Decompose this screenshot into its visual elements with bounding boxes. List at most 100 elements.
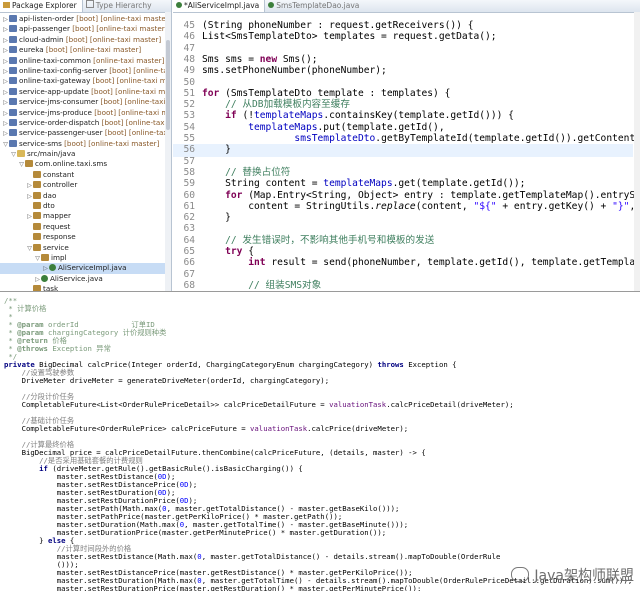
code-text: } [202, 212, 231, 224]
tab-type-hierarchy[interactable]: Type Hierarchy [83, 0, 157, 12]
tree-item[interactable]: ▷ online-taxi-gateway [boot] [online-taxi… [0, 76, 171, 86]
tree-item-annotation: [boot] [online-taxi master] [91, 86, 171, 96]
tree-item[interactable]: ▽ impl [0, 253, 171, 263]
code-text: // 替换占位符 [225, 166, 291, 178]
tree-item[interactable]: ▽ com.online.taxi.sms [0, 159, 171, 169]
listing-line: DriveMeter driveMeter = generateDriveMet… [4, 376, 330, 385]
proj-icon [9, 129, 17, 137]
listing-line: CompletableFuture<List<OrderRulePriceDet… [4, 400, 514, 409]
tree-item-label: constant [43, 169, 75, 179]
line-number: 68 [183, 279, 195, 291]
tree-item[interactable]: ▷ service-jms-produce [boot] [online-taxi… [0, 108, 171, 118]
tree-item[interactable]: ▷ service-jms-consumer [boot] [online-tax… [0, 97, 171, 107]
code-text: List<SmsTemplateDto> templates = request… [202, 31, 497, 43]
explorer-tabbar: Package Explorer Type Hierarchy [0, 0, 171, 13]
tree-item-annotation: [boot] [online-taxi master] [100, 97, 171, 107]
tree-item[interactable]: task [0, 284, 171, 292]
tree-item-label: AliService.java [50, 273, 103, 283]
tree-item[interactable]: ▷ service-order-dispatch [boot] [online-t… [0, 118, 171, 128]
tree-item-label: response [43, 232, 76, 242]
pkg-icon [33, 191, 41, 199]
tree-item-label: service-jms-produce [19, 107, 92, 117]
tree-item[interactable]: ▷ mapper [0, 211, 171, 221]
tree-item[interactable]: constant [0, 170, 171, 180]
tree-item[interactable]: response [0, 232, 171, 242]
editor-scrollbar[interactable] [634, 12, 640, 291]
tree-item[interactable]: ▷ online-taxi-config-server [boot] [onlin… [0, 66, 171, 76]
code-text: try { [225, 246, 254, 257]
tree-item-annotation: [boot] [online-taxi master] [63, 34, 162, 44]
tree-item[interactable]: ▷ service-passenger-user [boot] [online-t… [0, 128, 171, 138]
explorer-scroll-thumb[interactable] [166, 40, 170, 130]
tree-item-label: eureka [19, 45, 44, 55]
tree-item[interactable]: ▽ service [0, 243, 171, 253]
tree-item-label: service-jms-consumer [19, 97, 99, 107]
code-editor: *AliServiceImpl.java SmsTemplateDao.java… [173, 0, 640, 291]
proj-icon [9, 87, 17, 95]
tree-item-annotation: [boot] [online-taxi master] [94, 107, 171, 117]
folder-icon [17, 150, 25, 158]
package-explorer: Package Explorer Type Hierarchy ▷ api-lis… [0, 0, 172, 292]
tab-smstemplatedao[interactable]: SmsTemplateDao.java [265, 0, 364, 12]
tree-item-label: com.online.taxi.sms [35, 159, 108, 169]
tree-item-label: service-passenger-user [19, 128, 103, 138]
java-icon [49, 264, 56, 272]
proj-icon [9, 139, 17, 147]
tree-item-label: AliServiceImpl.java [58, 263, 127, 273]
tree-item-label: service-sms [19, 138, 62, 148]
tree-item-annotation: [online-taxi master] [90, 55, 165, 65]
proj-icon [9, 77, 17, 85]
tree-item[interactable]: ▷ api-passenger [boot] [online-taxi maste… [0, 24, 171, 34]
tab-package-explorer[interactable]: Package Explorer [0, 0, 83, 12]
tree-item[interactable]: ▷ service-app-update [boot] [online-taxi … [0, 87, 171, 97]
tree-item[interactable]: ▽ service-sms [boot] [online-taxi master] [0, 139, 171, 149]
tab-aliserviceimpl[interactable]: *AliServiceImpl.java [173, 0, 266, 12]
tree-item-annotation: [boot] [online-taxi master] [69, 24, 168, 34]
tree-item[interactable]: request [0, 222, 171, 232]
proj-icon [9, 15, 17, 22]
code-text: // 从DB加载模板内容至缓存 [225, 99, 350, 111]
tree-item[interactable]: ▷ cloud-admin [boot] [online-taxi master] [0, 35, 171, 45]
tree-item[interactable]: dto [0, 201, 171, 211]
listing-line: CompletableFuture<OrderRulePrice> calcPr… [4, 424, 409, 433]
tree-item[interactable]: ▷ dao [0, 191, 171, 201]
wechat-icon [511, 567, 530, 582]
tree-item-label: online-taxi-gateway [19, 76, 91, 86]
watermark: Java架构师联盟 [511, 565, 634, 587]
tree-item[interactable]: ▷ AliServiceImpl.java [0, 263, 171, 274]
tree-item-annotation: [boot] [online-taxi master] [109, 65, 172, 75]
tree-item-annotation: [boot] [online-taxi master] [101, 117, 171, 127]
tree-item-label: task [43, 284, 59, 292]
editor-code-area[interactable]: 45 (String phoneNumber : request.getRecei… [173, 20, 640, 291]
pkg-icon [41, 253, 49, 261]
proj-icon [9, 46, 17, 54]
code-text: templateMaps.put(template.getId(), [248, 121, 445, 133]
code-text: sms.setPhoneNumber(phoneNumber); [202, 65, 387, 77]
tree-item[interactable]: ▷ online-taxi-common [online-taxi master] [0, 56, 171, 66]
pkg-icon [33, 181, 41, 189]
code-text: String content = templateMaps.get(templa… [202, 178, 526, 190]
code-text: // 发生错误时，不影响其他手机号和模板的发送 [225, 234, 435, 246]
code-text: (String phoneNumber : request.getReceive… [202, 20, 474, 31]
code-listing: /** * 计算价格 * * @param orderId 订单ID * @pa… [0, 293, 640, 591]
pkg-icon [25, 160, 33, 168]
code-line[interactable]: 68 // 组装SMS对象 [173, 279, 633, 291]
tree-item-label: cloud-admin [19, 34, 64, 44]
tree-item-annotation: [boot] [online-taxi master] [61, 138, 160, 148]
code-text: smsTemplateDto.getByTemplateId(template.… [294, 133, 640, 144]
pkg-icon [33, 222, 41, 230]
tree-item[interactable]: ▷ api-listen-order [boot] [online-taxi ma… [0, 14, 171, 24]
tree-item[interactable]: ▷ controller [0, 180, 171, 190]
tree-item[interactable]: ▽ src/main/java [0, 149, 171, 159]
tree-item-label: api-passenger [19, 24, 70, 34]
code-text: int result = send(phoneNumber, template.… [248, 257, 640, 269]
proj-icon [9, 66, 17, 74]
pkg-icon [33, 243, 41, 251]
tree-item[interactable]: ▷ eureka [boot] [online-taxi master] [0, 45, 171, 55]
tree-item[interactable]: ▷ AliService.java [0, 274, 171, 284]
tree-item-label: service-order-dispatch [19, 117, 100, 127]
pkg-icon [33, 285, 41, 291]
pkg-icon [33, 170, 41, 178]
tree-item-annotation: [boot] [online-taxi master] [104, 128, 171, 138]
proj-icon [9, 35, 17, 43]
